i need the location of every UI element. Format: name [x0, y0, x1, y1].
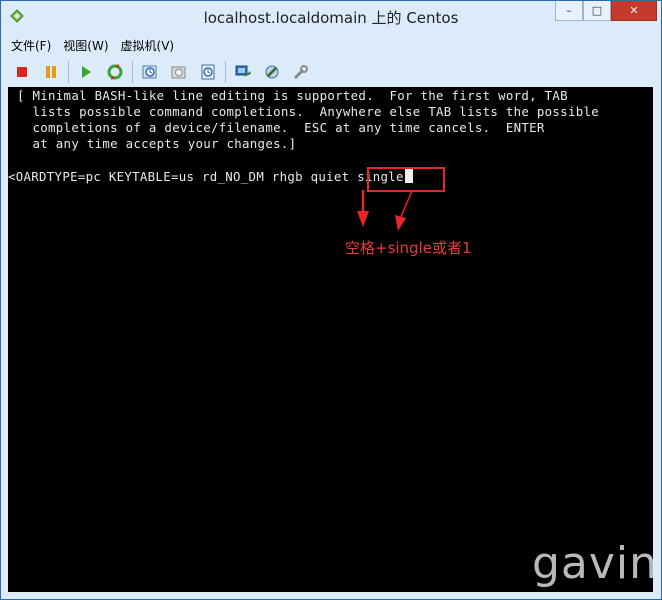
toolbar-divider	[225, 61, 226, 83]
menu-view[interactable]: 视图(W)	[63, 37, 108, 53]
pause-icon[interactable]	[40, 61, 62, 83]
watermark: gavin	[532, 538, 653, 589]
window-controls: – □ ✕	[555, 1, 657, 21]
vm-console-window: localhost.localdomain 上的 Centos – □ ✕ 文件…	[0, 0, 662, 600]
toolbar-divider	[68, 61, 69, 83]
annotation-label: 空格+single或者1	[345, 239, 472, 257]
annotation-arrows	[357, 190, 413, 231]
toolbar	[11, 58, 651, 86]
tools-icon[interactable]	[290, 61, 312, 83]
menu-file[interactable]: 文件(F)	[11, 37, 51, 53]
revert-snapshot-icon[interactable]	[168, 61, 190, 83]
maximize-button[interactable]: □	[583, 1, 611, 21]
toolbar-divider	[132, 61, 133, 83]
snapshot-manager-icon[interactable]	[197, 61, 219, 83]
edit-settings-icon[interactable]	[261, 61, 283, 83]
play-icon[interactable]	[75, 61, 97, 83]
reset-icon[interactable]	[104, 61, 126, 83]
snapshot-icon[interactable]	[139, 61, 161, 83]
title-bar[interactable]: localhost.localdomain 上的 Centos – □ ✕	[1, 1, 661, 31]
stop-icon[interactable]	[11, 61, 33, 83]
minimize-button[interactable]: –	[555, 1, 583, 21]
vm-console-screen[interactable]: [ Minimal BASH-like line editing is supp…	[8, 87, 653, 592]
console-settings-icon[interactable]	[232, 61, 254, 83]
menu-bar: 文件(F) 视图(W) 虚拟机(V)	[11, 37, 174, 53]
close-button[interactable]: ✕	[611, 1, 657, 21]
menu-vm[interactable]: 虚拟机(V)	[121, 37, 175, 53]
